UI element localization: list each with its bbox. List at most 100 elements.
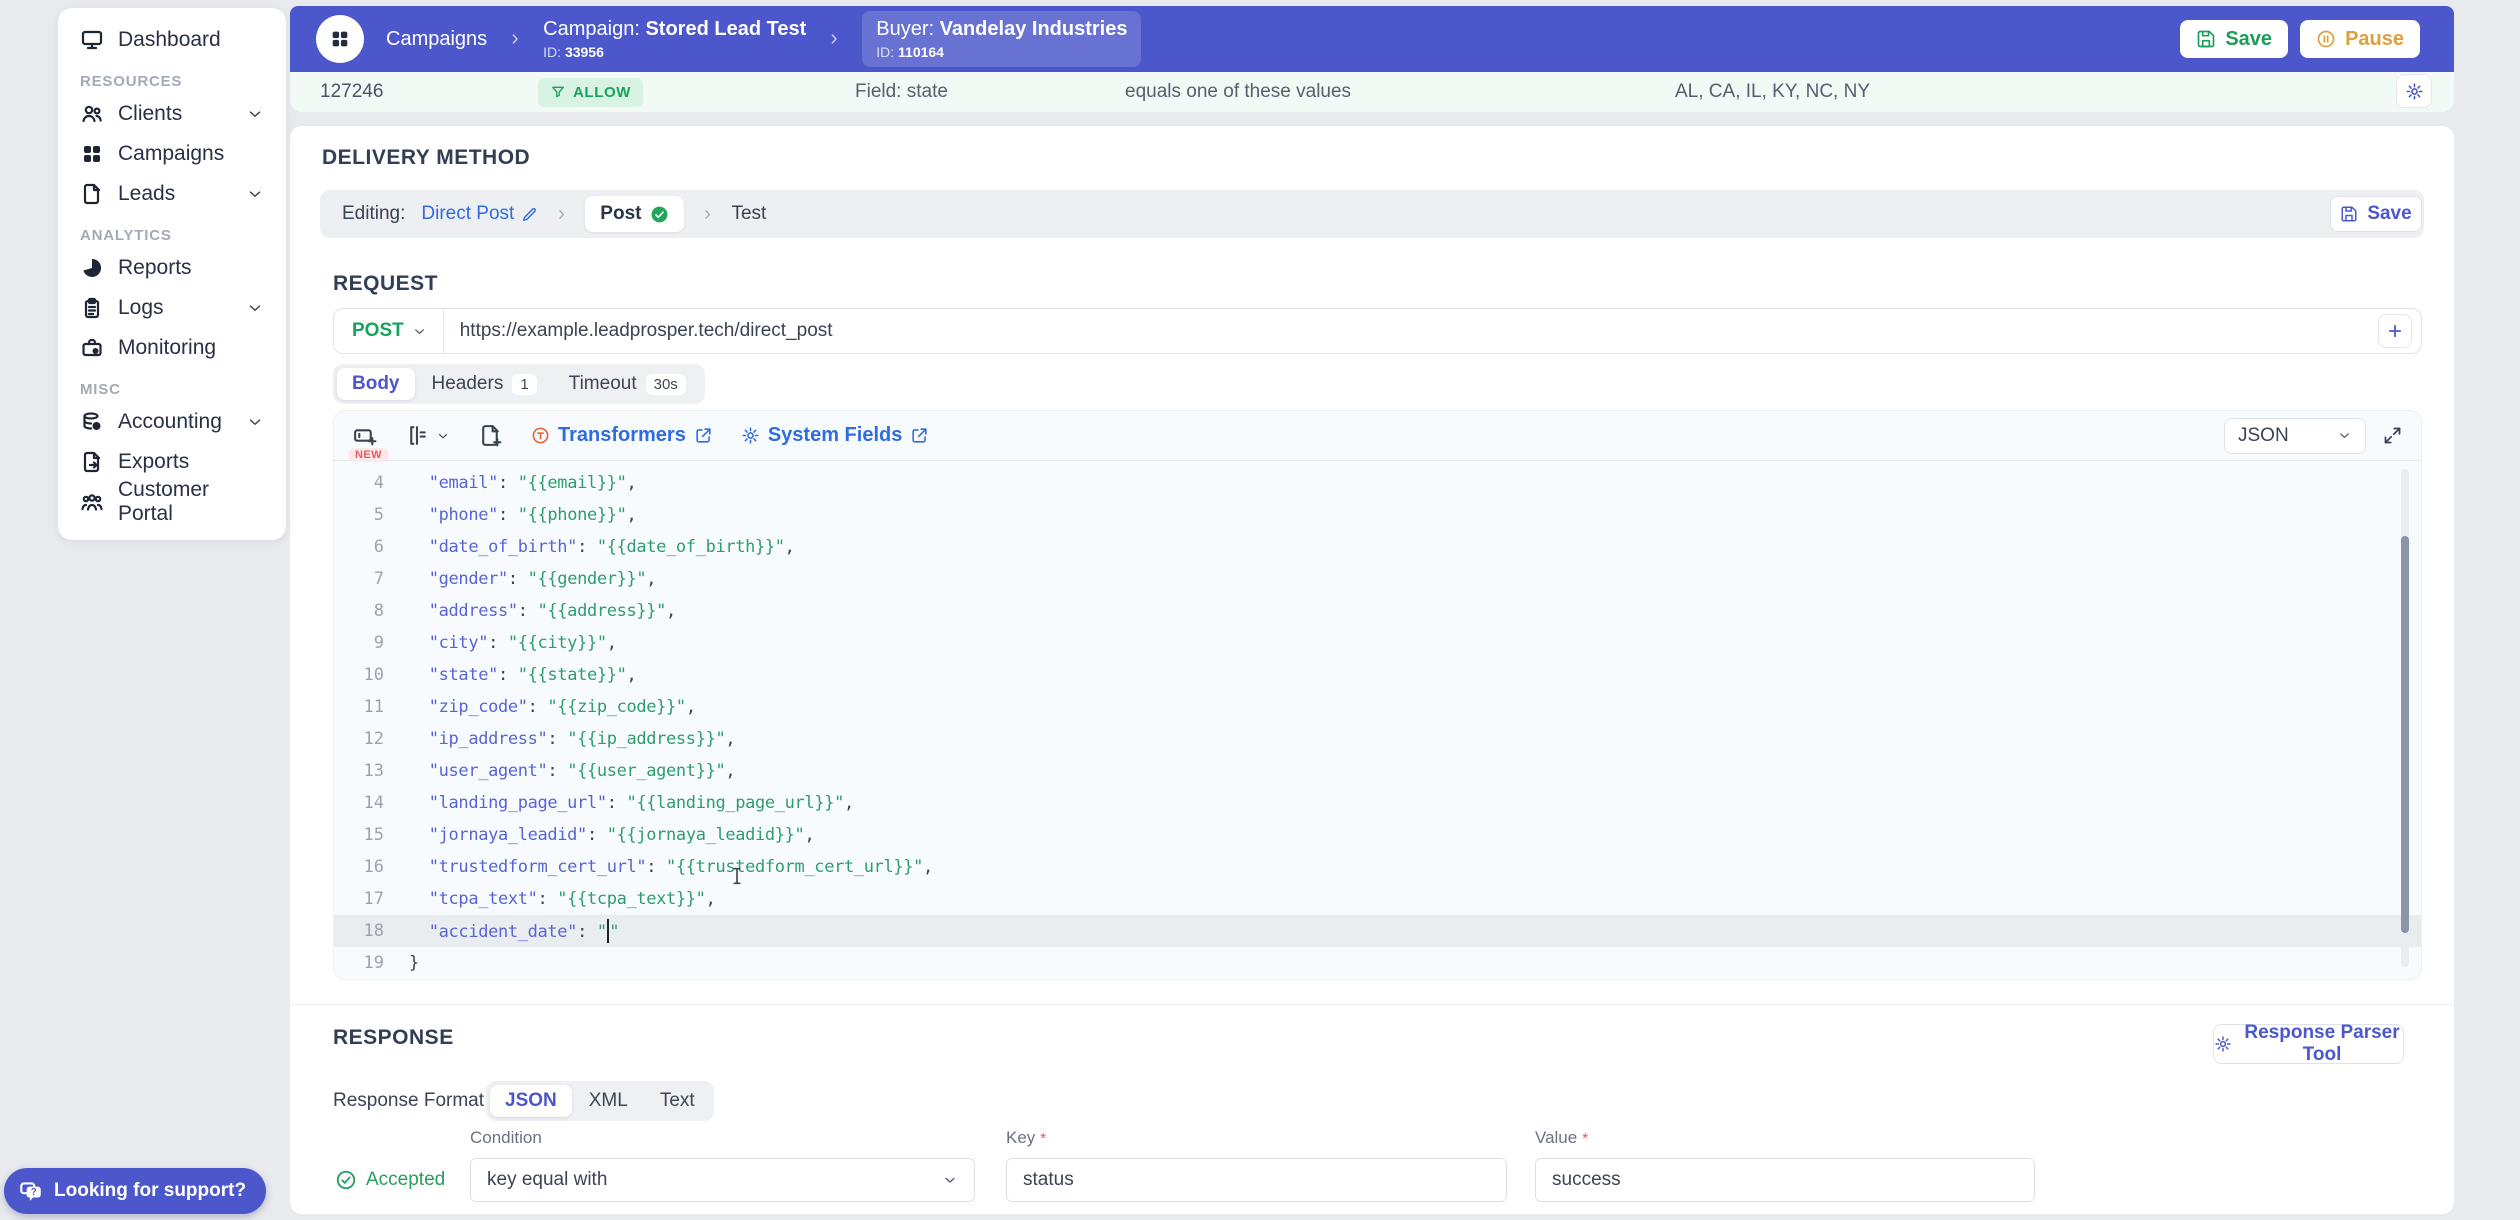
file-export-icon xyxy=(80,450,104,474)
sidebar-item-accounting[interactable]: Accounting xyxy=(58,402,286,442)
request-body-editor: NEW Transformers System Fields xyxy=(333,410,2422,980)
line-number: 19 xyxy=(334,953,384,973)
save-button[interactable]: Save xyxy=(2180,20,2288,58)
delivery-method-title: DELIVERY METHOD xyxy=(322,146,530,170)
code-line-8[interactable]: 8 "address": "{{address}}", xyxy=(334,595,2421,627)
line-number: 9 xyxy=(334,633,384,653)
breadcrumb-campaign[interactable]: Campaign: Stored Lead Test ID: 33956 xyxy=(543,18,806,60)
breadcrumb-campaigns[interactable]: Campaigns xyxy=(386,28,487,51)
format-tab-json[interactable]: JSON xyxy=(490,1085,572,1117)
key-input[interactable]: status xyxy=(1006,1158,1507,1202)
sidebar-item-label: Customer Portal xyxy=(118,478,264,526)
code-line-14[interactable]: 14 "landing_page_url": "{{landing_page_u… xyxy=(334,787,2421,819)
pause-button[interactable]: Pause xyxy=(2300,20,2420,58)
clipboard-icon xyxy=(80,296,104,320)
sidebar-item-label: Accounting xyxy=(118,410,222,434)
response-parser-tool-button[interactable]: Response Parser Tool xyxy=(2213,1024,2404,1064)
required-asterisk: * xyxy=(1582,1130,1588,1147)
chevron-right-icon xyxy=(554,207,569,222)
tab-body[interactable]: Body xyxy=(337,368,415,400)
editor-scrollbar-thumb[interactable] xyxy=(2401,536,2409,933)
code-line-9[interactable]: 9 "city": "{{city}}", xyxy=(334,627,2421,659)
sidebar-nav: DashboardRESOURCESClientsCampaignsLeadsA… xyxy=(58,20,286,522)
external-link-icon xyxy=(694,426,713,445)
insert-field-button[interactable]: NEW xyxy=(352,423,377,448)
support-button[interactable]: ? Looking for support? xyxy=(4,1168,266,1214)
chevron-down-icon xyxy=(942,1172,958,1188)
chevron-down-icon xyxy=(246,299,264,317)
step-post[interactable]: Post xyxy=(585,196,684,232)
sidebar-item-label: Exports xyxy=(118,450,189,474)
tab-timeout[interactable]: Timeout30s xyxy=(554,368,701,400)
editing-direct-post-link[interactable]: Direct Post xyxy=(421,203,538,225)
grid-icon xyxy=(80,142,104,166)
code-line-4[interactable]: 4 "email": "{{email}}", xyxy=(334,467,2421,499)
code-line-6[interactable]: 6 "date_of_birth": "{{date_of_birth}}", xyxy=(334,531,2421,563)
sidebar-item-customer-portal[interactable]: Customer Portal xyxy=(58,482,286,522)
response-title: RESPONSE xyxy=(333,1026,454,1050)
required-asterisk: * xyxy=(1040,1130,1046,1147)
language-select[interactable]: JSON xyxy=(2224,418,2366,454)
floppy-icon xyxy=(2196,29,2216,49)
code-line-13[interactable]: 13 "user_agent": "{{user_agent}}", xyxy=(334,755,2421,787)
code-line-12[interactable]: 12 "ip_address": "{{ip_address}}", xyxy=(334,723,2421,755)
condition-select[interactable]: key equal with xyxy=(470,1158,975,1202)
code-line-19[interactable]: 19} xyxy=(334,947,2421,979)
line-number: 17 xyxy=(334,889,384,909)
plus-icon xyxy=(2386,322,2404,340)
format-menu-button[interactable] xyxy=(405,423,450,448)
response-format-tabs: JSON XML Text xyxy=(486,1081,714,1121)
sidebar-item-logs[interactable]: Logs xyxy=(58,288,286,328)
step-test[interactable]: Test xyxy=(731,203,766,225)
code-line-17[interactable]: 17 "tcpa_text": "{{tcpa_text}}", xyxy=(334,883,2421,915)
sidebar-item-label: Clients xyxy=(118,102,182,126)
code-line-7[interactable]: 7 "gender": "{{gender}}", xyxy=(334,563,2421,595)
sidebar-item-exports[interactable]: Exports xyxy=(58,442,286,482)
filter-id: 127246 xyxy=(320,72,383,112)
add-request-button[interactable] xyxy=(2378,314,2412,348)
campaign-app-button[interactable] xyxy=(316,15,364,63)
code-line-10[interactable]: 10 "state": "{{state}}", xyxy=(334,659,2421,691)
chevron-down-icon xyxy=(246,105,264,123)
sidebar-item-label: Dashboard xyxy=(118,28,221,52)
sidebar-section-misc: MISC xyxy=(58,368,286,402)
sidebar-item-dashboard[interactable]: Dashboard xyxy=(58,20,286,60)
sidebar-section-analytics: ANALYTICS xyxy=(58,214,286,248)
request-url-row: POST https://example.leadprosper.tech/di… xyxy=(333,308,2422,354)
funnel-icon xyxy=(550,84,566,100)
delivery-save-button[interactable]: Save xyxy=(2330,196,2422,232)
code-line-5[interactable]: 5 "phone": "{{phone}}", xyxy=(334,499,2421,531)
filter-settings-button[interactable] xyxy=(2396,74,2432,108)
sidebar-item-label: Reports xyxy=(118,256,192,280)
sidebar-item-clients[interactable]: Clients xyxy=(58,94,286,134)
expand-icon xyxy=(2382,425,2403,446)
format-tab-text[interactable]: Text xyxy=(645,1085,710,1117)
sidebar-item-label: Monitoring xyxy=(118,336,216,360)
document-add-button[interactable] xyxy=(478,423,503,448)
sidebar-item-monitoring[interactable]: Monitoring xyxy=(58,328,286,368)
code-line-11[interactable]: 11 "zip_code": "{{zip_code}}", xyxy=(334,691,2421,723)
code-line-15[interactable]: 15 "jornaya_leadid": "{{jornaya_leadid}}… xyxy=(334,819,2421,851)
filter-row[interactable]: 127246 ALLOW Field: state equals one of … xyxy=(290,72,2454,112)
fullscreen-button[interactable] xyxy=(2382,425,2403,446)
chevron-down-icon xyxy=(246,413,264,431)
value-input[interactable]: success xyxy=(1535,1158,2035,1202)
sidebar: DashboardRESOURCESClientsCampaignsLeadsA… xyxy=(58,8,286,540)
system-fields-link[interactable]: System Fields xyxy=(741,424,930,447)
sidebar-item-campaigns[interactable]: Campaigns xyxy=(58,134,286,174)
sidebar-item-leads[interactable]: Leads xyxy=(58,174,286,214)
code-line-16[interactable]: 16 "trustedform_cert_url": "{{trustedfor… xyxy=(334,851,2421,883)
tab-headers[interactable]: Headers1 xyxy=(417,368,552,400)
code-line-18[interactable]: 18 "accident_date": "" xyxy=(334,915,2421,947)
breadcrumb-buyer[interactable]: Buyer: Vandelay Industries ID: 110164 xyxy=(862,11,1141,67)
line-number: 8 xyxy=(334,601,384,621)
sidebar-item-label: Leads xyxy=(118,182,175,206)
sidebar-item-label: Logs xyxy=(118,296,164,320)
transformers-link[interactable]: Transformers xyxy=(531,424,713,447)
briefcase-icon xyxy=(80,336,104,360)
method-select[interactable]: POST xyxy=(334,309,444,353)
sidebar-item-reports[interactable]: Reports xyxy=(58,248,286,288)
format-tab-xml[interactable]: XML xyxy=(574,1085,643,1117)
request-url-input[interactable]: https://example.leadprosper.tech/direct_… xyxy=(444,320,833,342)
filter-field: Field: state xyxy=(855,72,948,112)
